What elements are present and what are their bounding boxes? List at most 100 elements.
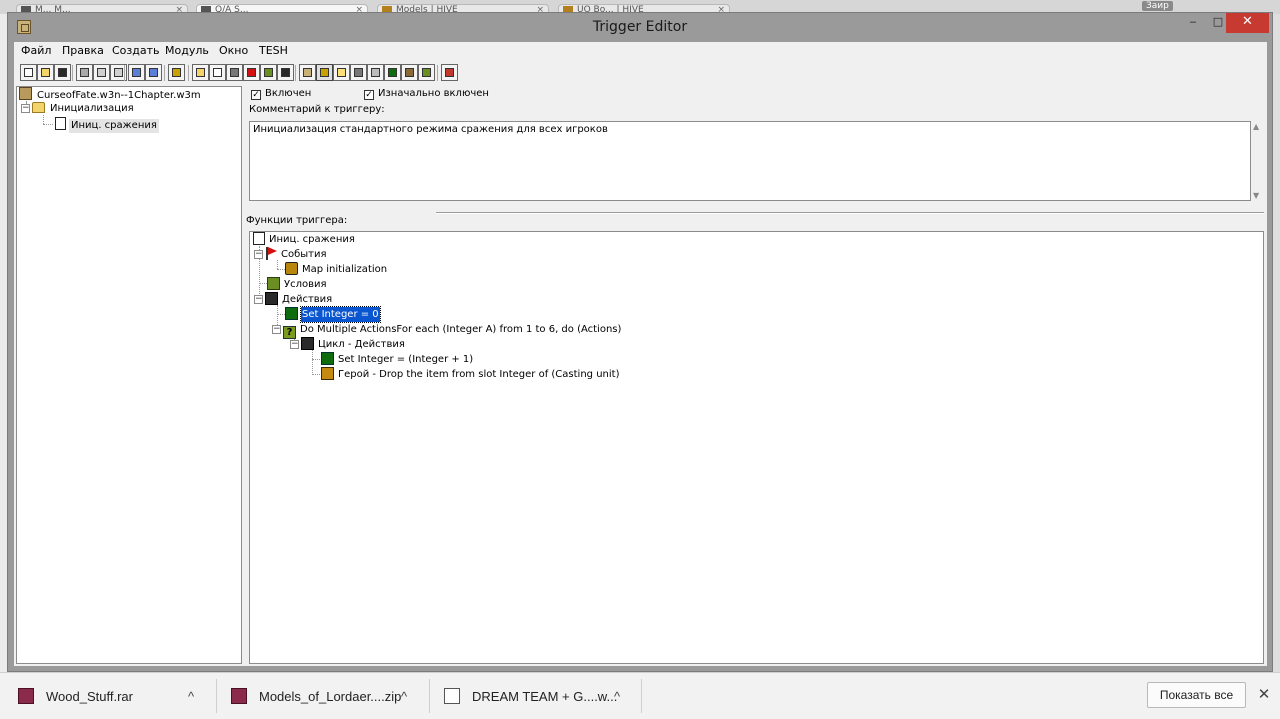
undo-glyph — [132, 68, 141, 77]
rar-archive-icon — [18, 688, 34, 704]
func-action-do-multiple[interactable]: −? Do Multiple ActionsFor each (Integer A… — [272, 322, 622, 339]
new-condition-glyph — [264, 68, 273, 77]
menu-new[interactable]: Создать — [112, 44, 160, 57]
redo-glyph — [149, 68, 158, 77]
trigger-editor-icon[interactable] — [316, 64, 333, 81]
delete-icon[interactable] — [168, 64, 185, 81]
toolbar-separator — [188, 65, 189, 81]
tree-item-category[interactable]: − Инициализация — [21, 102, 136, 116]
object-editor-icon[interactable] — [350, 64, 367, 81]
func-loop-actions-node[interactable]: − Цикл - Действия — [290, 337, 406, 352]
tree-line — [277, 314, 285, 315]
new-event-icon[interactable] — [243, 64, 260, 81]
close-downloads-bar-button[interactable]: ✕ — [1256, 681, 1272, 707]
collapse-icon[interactable]: − — [254, 250, 263, 259]
new-action-glyph — [281, 68, 290, 77]
import-manager-glyph — [422, 68, 431, 77]
trigger-functions-tree[interactable]: Иниц. сражения − События Map initializati… — [249, 231, 1264, 664]
checkbox-initially-on[interactable]: ✓ — [364, 90, 374, 100]
menu-file[interactable]: Файл — [21, 44, 51, 57]
chevron-up-icon[interactable]: ^ — [401, 681, 407, 713]
cut-glyph — [80, 68, 89, 77]
trigger-list-tree[interactable]: CurseofFate.w3n--1Chapter.w3m − Инициализ… — [16, 86, 242, 664]
trigger-document-icon — [253, 232, 265, 245]
cut-icon[interactable] — [76, 64, 93, 81]
initially-on-checkbox[interactable]: ✓ Изначально включен — [364, 88, 489, 100]
ai-editor-icon[interactable] — [384, 64, 401, 81]
open-icon[interactable] — [37, 64, 54, 81]
new-action-icon[interactable] — [277, 64, 294, 81]
open-glyph — [41, 68, 50, 77]
enabled-checkbox[interactable]: ✓ Включен — [251, 88, 311, 100]
close-button[interactable]: ✕ — [1226, 13, 1269, 33]
campaign-editor-icon[interactable] — [367, 64, 384, 81]
map-icon — [19, 87, 32, 100]
sound-editor-icon[interactable] — [333, 64, 350, 81]
func-conditions-node[interactable]: Условия — [267, 277, 328, 292]
terrain-editor-icon[interactable] — [299, 64, 316, 81]
new-event-glyph — [247, 68, 256, 77]
browser-user-chip[interactable]: Заир — [1142, 1, 1173, 11]
save-icon[interactable] — [54, 64, 71, 81]
collapse-icon[interactable]: − — [272, 325, 281, 334]
delete-glyph — [172, 68, 181, 77]
tree-line — [43, 124, 53, 125]
collapse-icon[interactable]: − — [21, 104, 30, 113]
import-manager-icon[interactable] — [418, 64, 435, 81]
download-item[interactable]: Models_of_Lordaer....zip ^ — [231, 681, 427, 713]
collapse-icon[interactable]: − — [290, 340, 299, 349]
func-event-item[interactable]: Map initialization — [285, 262, 388, 277]
scroll-up-icon[interactable]: ▲ — [1253, 122, 1259, 131]
menu-tesh[interactable]: TESH — [259, 44, 288, 57]
object-manager-icon[interactable] — [401, 64, 418, 81]
func-actions-node[interactable]: − Действия — [254, 292, 333, 307]
checkbox-enabled[interactable]: ✓ — [251, 90, 261, 100]
document-icon — [444, 688, 460, 704]
chevron-up-icon[interactable]: ^ — [614, 681, 620, 713]
func-events-node[interactable]: − События — [254, 247, 328, 262]
functions-divider — [436, 212, 1264, 214]
trigger-details-pane: ✓ Включен ✓ Изначально включен Комментарий… — [246, 86, 1265, 664]
tree-line — [312, 359, 320, 360]
func-action-set-integer[interactable]: Set Integer = 0 — [285, 306, 381, 323]
scroll-down-icon[interactable]: ▼ — [1253, 191, 1259, 200]
copy-glyph — [97, 68, 106, 77]
trigger-editor-glyph — [320, 68, 329, 77]
object-editor-glyph — [354, 68, 363, 77]
minimize-button[interactable]: ‒ — [1180, 13, 1206, 33]
func-loop-action-set[interactable]: Set Integer = (Integer + 1) — [321, 352, 474, 367]
new-category-icon[interactable] — [192, 64, 209, 81]
divider — [216, 679, 217, 713]
new-comment-icon[interactable] — [226, 64, 243, 81]
show-all-downloads-button[interactable]: Показать все — [1147, 682, 1246, 708]
menu-window[interactable]: Окно — [219, 44, 248, 57]
window-titlebar[interactable]: Trigger Editor ‒ □ ✕ — [8, 13, 1272, 42]
func-trigger-root[interactable]: Иниц. сражения — [253, 232, 356, 247]
redo-icon[interactable] — [145, 64, 162, 81]
toolbar-separator — [124, 65, 125, 81]
copy-icon[interactable] — [93, 64, 110, 81]
new-category-glyph — [196, 68, 205, 77]
menu-edit[interactable]: Правка — [62, 44, 104, 57]
download-item[interactable]: DREAM TEAM + G....w... ^ — [444, 681, 640, 713]
new-condition-icon[interactable] — [260, 64, 277, 81]
undo-icon[interactable] — [128, 64, 145, 81]
test-map-icon[interactable] — [441, 64, 458, 81]
new-icon[interactable] — [20, 64, 37, 81]
func-loop-action-drop-item[interactable]: Герой - Drop the item from slot Integer … — [321, 367, 620, 382]
comment-textarea[interactable]: Инициализация стандартного режима сражен… — [249, 121, 1251, 201]
screen: M... M... × Q/A S... × Models | HIVE × U… — [0, 0, 1280, 719]
collapse-icon[interactable]: − — [254, 295, 263, 304]
tree-item-trigger[interactable]: Иниц. сражения — [55, 117, 159, 133]
conditions-icon — [267, 277, 280, 290]
tree-item-map[interactable]: CurseofFate.w3n--1Chapter.w3m — [19, 87, 203, 101]
menu-module[interactable]: Модуль — [165, 44, 209, 57]
campaign-editor-glyph — [371, 68, 380, 77]
new-trigger-icon[interactable] — [209, 64, 226, 81]
divider — [641, 679, 642, 713]
download-item[interactable]: Wood_Stuff.rar ^ — [18, 681, 214, 713]
chevron-up-icon[interactable]: ^ — [188, 681, 194, 713]
toolbar-separator — [295, 65, 296, 81]
tree-line — [277, 269, 285, 270]
comment-scrollbar[interactable]: ▲ ▼ — [1253, 122, 1263, 200]
